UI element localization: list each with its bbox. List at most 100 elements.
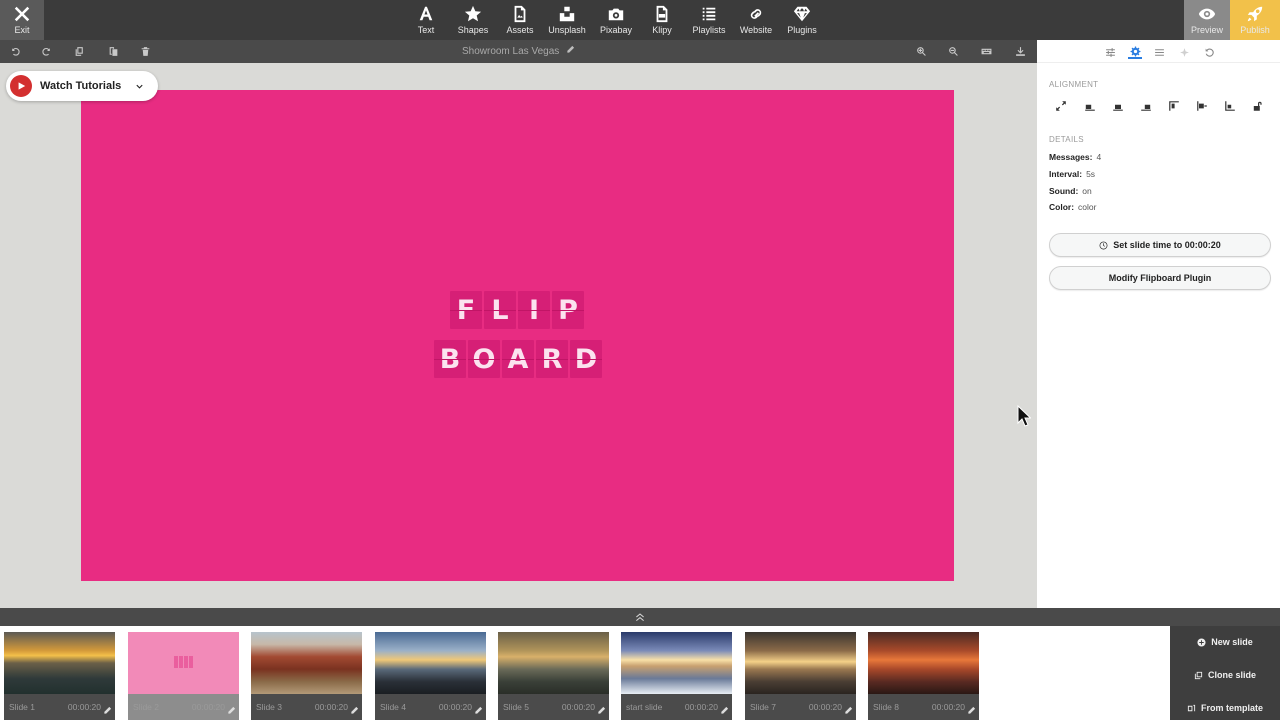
- align-left-edge-button[interactable]: [1224, 99, 1236, 111]
- list-icon: [702, 7, 716, 21]
- pencil-icon: [351, 706, 359, 714]
- flip-tile: I: [518, 291, 550, 329]
- shapes-tool-button[interactable]: Shapes: [455, 0, 491, 40]
- slide-time: 00:00:20: [561, 702, 595, 712]
- pencil-icon: [721, 706, 729, 714]
- edit-slide-button[interactable]: [350, 702, 359, 714]
- edit-slide-button[interactable]: [227, 702, 236, 714]
- pencil-icon: [968, 706, 976, 714]
- tab-adjust[interactable]: [1103, 45, 1117, 59]
- tab-history[interactable]: [1202, 45, 1216, 59]
- slide-preview-image: [621, 632, 732, 694]
- from-template-button[interactable]: From template: [1170, 703, 1280, 713]
- detail-value: on: [1082, 186, 1092, 196]
- unlock-button[interactable]: [1252, 99, 1264, 111]
- new-slide-label: New slide: [1211, 637, 1253, 647]
- assets-icon: [514, 5, 526, 23]
- klipy-tool-button[interactable]: Klipy: [648, 0, 676, 40]
- flip-tile: D: [570, 340, 602, 378]
- watch-tutorials-button[interactable]: Watch Tutorials: [6, 71, 158, 101]
- slide-preview-image: [251, 632, 362, 694]
- unsplash-tool-button[interactable]: Unsplash: [546, 0, 588, 40]
- plugins-tool-button[interactable]: Plugins: [785, 0, 819, 40]
- clone-icon: [1194, 671, 1203, 679]
- set-slide-time-button[interactable]: Set slide time to 00:00:20: [1049, 233, 1271, 257]
- detail-key: Sound:: [1049, 186, 1079, 196]
- panel-tabs: [1037, 40, 1280, 63]
- preview-button[interactable]: Preview: [1184, 0, 1230, 40]
- detail-value: 5s: [1086, 169, 1096, 179]
- edit-slide-button[interactable]: [597, 702, 606, 714]
- align-top-left-button[interactable]: [1168, 99, 1180, 111]
- pixabay-tool-button[interactable]: Pixabay: [597, 0, 635, 40]
- eye-icon: [1198, 8, 1216, 20]
- playlists-tool-button[interactable]: Playlists: [690, 0, 728, 40]
- slide-time: 00:00:20: [438, 702, 472, 712]
- properties-panel: ALIGNMENT DETAILS Messages: 4 Interval: 5s…: [1037, 40, 1280, 608]
- zoom-in-button[interactable]: [914, 44, 928, 58]
- mouse-cursor-icon: [1017, 405, 1031, 427]
- slide-time: 00:00:20: [314, 702, 348, 712]
- align-stretch-button[interactable]: [1055, 99, 1067, 111]
- slide-preview-image: [4, 632, 115, 694]
- slide-preview-image: [128, 632, 239, 694]
- from-template-label: From template: [1200, 703, 1263, 713]
- slide-thumbnail-selected[interactable]: Slide 2 00:00:20: [128, 632, 239, 720]
- flip-tile: R: [536, 340, 568, 378]
- align-bottom-left-button[interactable]: [1084, 99, 1096, 111]
- gif-icon: [656, 5, 668, 23]
- clone-slide-button[interactable]: Clone slide: [1170, 670, 1280, 680]
- flip-tile: F: [450, 291, 482, 329]
- edit-slide-button[interactable]: [720, 702, 729, 714]
- slide-thumbnail[interactable]: start slide 00:00:20: [621, 632, 732, 720]
- align-bottom-left-icon: [1085, 104, 1095, 111]
- align-bottom-center-button[interactable]: [1112, 99, 1124, 111]
- slide-label: Slide 3: [256, 702, 282, 712]
- slide-label: Slide 8: [873, 702, 899, 712]
- publish-button[interactable]: Publish: [1230, 0, 1280, 40]
- detail-messages: Messages: 4: [1049, 152, 1101, 162]
- slide-thumbnail[interactable]: Slide 7 00:00:20: [745, 632, 856, 720]
- website-tool-label: Website: [739, 25, 773, 35]
- keyboard-button[interactable]: [979, 44, 993, 58]
- tab-settings[interactable]: [1128, 45, 1142, 59]
- star-icon: [464, 5, 482, 22]
- slide-thumbnail[interactable]: Slide 1 00:00:20: [4, 632, 115, 720]
- slide-time: 00:00:20: [931, 702, 965, 712]
- edit-slide-button[interactable]: [103, 702, 112, 714]
- slide-thumbnail[interactable]: Slide 5 00:00:20: [498, 632, 609, 720]
- slide-canvas[interactable]: F L I P B O A R D: [81, 90, 954, 581]
- edit-slide-button[interactable]: [474, 702, 483, 714]
- slide-label: Slide 4: [380, 702, 406, 712]
- slide-strip-toggle[interactable]: [0, 608, 1280, 626]
- playlists-tool-label: Playlists: [692, 25, 726, 35]
- edit-slide-button[interactable]: [844, 702, 853, 714]
- tab-layers[interactable]: [1152, 45, 1166, 59]
- camera-icon: [608, 8, 624, 21]
- download-button[interactable]: [1013, 44, 1027, 58]
- preview-label: Preview: [1190, 25, 1223, 35]
- pencil-icon: [104, 706, 112, 714]
- slide-thumbnail[interactable]: Slide 8 00:00:20: [868, 632, 979, 720]
- align-bottom-right-button[interactable]: [1140, 99, 1152, 111]
- document-title[interactable]: Showroom Las Vegas: [0, 45, 1037, 57]
- close-icon: [14, 6, 30, 22]
- youtube-icon: [10, 75, 32, 97]
- slide-label: Slide 2: [133, 702, 159, 712]
- exit-button[interactable]: Exit: [0, 0, 44, 40]
- modify-plugin-button[interactable]: Modify Flipboard Plugin: [1049, 266, 1271, 290]
- slide-actions: New slide Clone slide From template: [1170, 626, 1280, 720]
- slide-preview-image: [868, 632, 979, 694]
- slide-time: 00:00:20: [67, 702, 101, 712]
- assets-tool-button[interactable]: Assets: [503, 0, 537, 40]
- slide-thumbnail[interactable]: Slide 3 00:00:20: [251, 632, 362, 720]
- align-middle-button[interactable]: [1196, 99, 1208, 111]
- zoom-out-button[interactable]: [946, 44, 960, 58]
- slide-thumbnail[interactable]: Slide 4 00:00:20: [375, 632, 486, 720]
- tab-effects[interactable]: [1177, 45, 1191, 59]
- edit-slide-button[interactable]: [967, 702, 976, 714]
- pencil-icon: [598, 706, 606, 714]
- website-tool-button[interactable]: Website: [737, 0, 775, 40]
- text-tool-button[interactable]: Text: [412, 0, 440, 40]
- new-slide-button[interactable]: New slide: [1170, 637, 1280, 647]
